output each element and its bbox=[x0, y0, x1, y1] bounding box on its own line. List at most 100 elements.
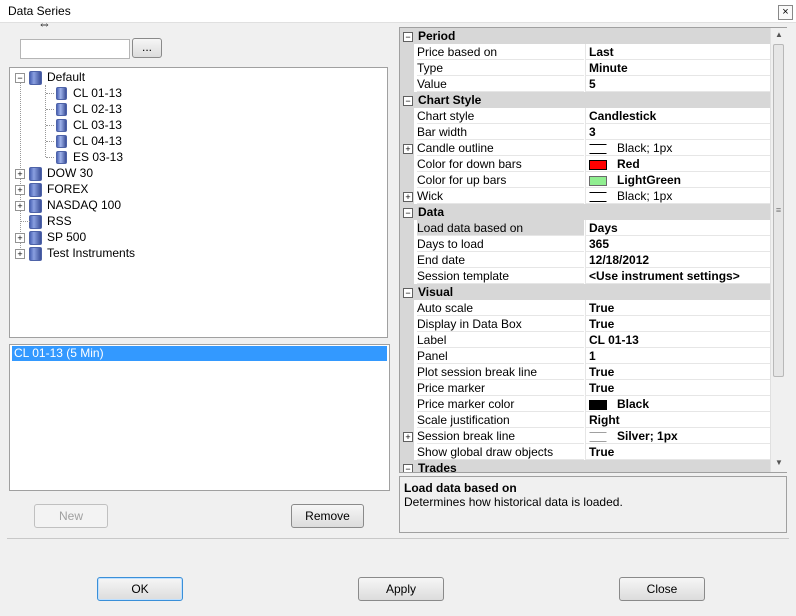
category-chart-style[interactable]: − Chart Style bbox=[400, 92, 770, 108]
tree-node-sp-500[interactable]: + SP 500 bbox=[15, 229, 86, 245]
collapse-icon[interactable]: − bbox=[403, 32, 413, 42]
property-row[interactable]: Price marker True bbox=[400, 380, 774, 396]
property-row[interactable]: Days to load 365 bbox=[400, 236, 774, 252]
tree-node-es-03-13[interactable]: ES 03-13 bbox=[46, 149, 123, 165]
expand-toggle-icon[interactable]: + bbox=[15, 232, 25, 243]
property-row[interactable]: Auto scale True bbox=[400, 300, 774, 316]
tree-node-dow-30[interactable]: + DOW 30 bbox=[15, 165, 93, 181]
ok-button[interactable]: OK bbox=[97, 577, 183, 601]
property-row[interactable]: Bar width 3 bbox=[400, 124, 774, 140]
property-value[interactable]: Right bbox=[585, 412, 774, 428]
property-value[interactable]: True bbox=[585, 364, 774, 380]
property-value[interactable]: 3 bbox=[585, 124, 774, 140]
property-row[interactable]: Color for down bars Red bbox=[400, 156, 774, 172]
property-value[interactable]: 365 bbox=[585, 236, 774, 252]
scroll-down-icon[interactable]: ▼ bbox=[771, 456, 787, 470]
property-row[interactable]: Type Minute bbox=[400, 60, 774, 76]
expand-toggle-icon[interactable]: + bbox=[15, 184, 25, 195]
property-value[interactable]: True bbox=[585, 316, 774, 332]
expand-icon[interactable]: + bbox=[403, 192, 413, 202]
tree-node-cl-03-13[interactable]: CL 03-13 bbox=[46, 117, 122, 133]
property-row[interactable]: Session template <Use instrument settings… bbox=[400, 268, 774, 284]
property-value[interactable]: Red bbox=[585, 156, 774, 172]
close-button[interactable]: Close bbox=[619, 577, 705, 601]
database-icon bbox=[56, 119, 67, 133]
apply-button[interactable]: Apply bbox=[358, 577, 444, 601]
property-row[interactable]: Price marker color Black bbox=[400, 396, 774, 412]
property-value[interactable]: Black; 1px bbox=[585, 188, 774, 204]
tree-node-forex[interactable]: + FOREX bbox=[15, 181, 88, 197]
property-row[interactable]: + Wick Black; 1px bbox=[400, 188, 774, 204]
tree-node-default[interactable]: − Default bbox=[15, 69, 85, 85]
property-row-selected[interactable]: Load data based on Days bbox=[400, 220, 774, 236]
collapse-icon[interactable]: − bbox=[403, 208, 413, 218]
property-value[interactable]: Days bbox=[585, 220, 774, 236]
expand-toggle-icon[interactable]: + bbox=[15, 168, 25, 179]
expand-icon[interactable]: + bbox=[403, 432, 413, 442]
close-window-button[interactable]: × bbox=[778, 5, 793, 20]
tree-node-test-instruments[interactable]: + Test Instruments bbox=[15, 245, 135, 261]
collapse-icon[interactable]: − bbox=[403, 96, 413, 106]
property-value[interactable]: Candlestick bbox=[585, 108, 774, 124]
category-trades[interactable]: − Trades bbox=[400, 460, 770, 473]
property-value[interactable]: True bbox=[585, 300, 774, 316]
category-data[interactable]: − Data bbox=[400, 204, 770, 220]
expand-icon[interactable]: + bbox=[403, 144, 413, 154]
browse-instruments-button[interactable]: ... bbox=[132, 38, 162, 58]
scroll-up-icon[interactable]: ▲ bbox=[771, 28, 787, 42]
tree-node-cl-02-13[interactable]: CL 02-13 bbox=[46, 101, 122, 117]
property-row[interactable]: Show global draw objects True bbox=[400, 444, 774, 460]
instrument-tree[interactable]: − Default CL 01-13 CL 02-13 CL 03-13 CL 0… bbox=[9, 67, 388, 338]
property-value[interactable]: Minute bbox=[585, 60, 774, 76]
property-row[interactable]: Panel 1 bbox=[400, 348, 774, 364]
property-row[interactable]: Display in Data Box True bbox=[400, 316, 774, 332]
category-title: Trades bbox=[418, 461, 457, 473]
series-list-item-selected[interactable]: CL 01-13 (5 Min) bbox=[12, 346, 387, 361]
database-icon bbox=[29, 70, 42, 85]
property-value[interactable]: True bbox=[585, 380, 774, 396]
property-value[interactable]: 5 bbox=[585, 76, 774, 92]
category-title: Data bbox=[418, 205, 445, 219]
new-button[interactable]: New bbox=[34, 504, 108, 528]
category-period[interactable]: − Period bbox=[400, 28, 770, 44]
property-value[interactable]: Silver; 1px bbox=[585, 428, 774, 444]
property-value[interactable]: Black; 1px bbox=[585, 140, 774, 156]
collapse-icon[interactable]: − bbox=[403, 288, 413, 298]
property-row[interactable]: Scale justification Right bbox=[400, 412, 774, 428]
property-row[interactable]: Value 5 bbox=[400, 76, 774, 92]
property-row[interactable]: + Session break line Silver; 1px bbox=[400, 428, 774, 444]
property-grid[interactable]: − Period Price based on Last Type Minute Va… bbox=[399, 27, 787, 473]
property-value[interactable]: <Use instrument settings> bbox=[585, 268, 774, 284]
resize-cursor-icon: ⇔ bbox=[38, 16, 51, 31]
property-row[interactable]: Color for up bars LightGreen bbox=[400, 172, 774, 188]
property-name: Session template bbox=[417, 268, 584, 284]
property-value[interactable]: 12/18/2012 bbox=[585, 252, 774, 268]
property-row[interactable]: Label CL 01-13 bbox=[400, 332, 774, 348]
collapse-icon[interactable]: − bbox=[403, 464, 413, 472]
expand-toggle-icon[interactable]: + bbox=[15, 248, 25, 259]
property-value[interactable]: Black bbox=[585, 396, 774, 412]
property-value[interactable]: Last bbox=[585, 44, 774, 60]
property-row[interactable]: Plot session break line True bbox=[400, 364, 774, 380]
tree-node-rss[interactable]: RSS bbox=[15, 213, 72, 229]
property-value[interactable]: CL 01-13 bbox=[585, 332, 774, 348]
property-row[interactable]: Price based on Last bbox=[400, 44, 774, 60]
property-row[interactable]: + Candle outline Black; 1px bbox=[400, 140, 774, 156]
tree-node-label: NASDAQ 100 bbox=[47, 198, 122, 212]
expand-toggle-icon[interactable]: + bbox=[15, 200, 25, 211]
property-value[interactable]: LightGreen bbox=[585, 172, 774, 188]
tree-node-cl-04-13[interactable]: CL 04-13 bbox=[46, 133, 122, 149]
tree-node-cl-01-13[interactable]: CL 01-13 bbox=[46, 85, 122, 101]
tree-node-label: SP 500 bbox=[47, 230, 87, 244]
tree-node-nasdaq-100[interactable]: + NASDAQ 100 bbox=[15, 197, 121, 213]
property-value[interactable]: True bbox=[585, 444, 774, 460]
series-list[interactable]: CL 01-13 (5 Min) bbox=[9, 344, 390, 491]
property-name: Bar width bbox=[417, 124, 584, 140]
property-row[interactable]: Chart style Candlestick bbox=[400, 108, 774, 124]
property-value[interactable]: 1 bbox=[585, 348, 774, 364]
remove-button[interactable]: Remove bbox=[291, 504, 364, 528]
category-visual[interactable]: − Visual bbox=[400, 284, 770, 300]
property-row[interactable]: End date 12/18/2012 bbox=[400, 252, 774, 268]
collapse-toggle-icon[interactable]: − bbox=[15, 72, 25, 83]
instrument-search-input[interactable] bbox=[20, 39, 130, 59]
